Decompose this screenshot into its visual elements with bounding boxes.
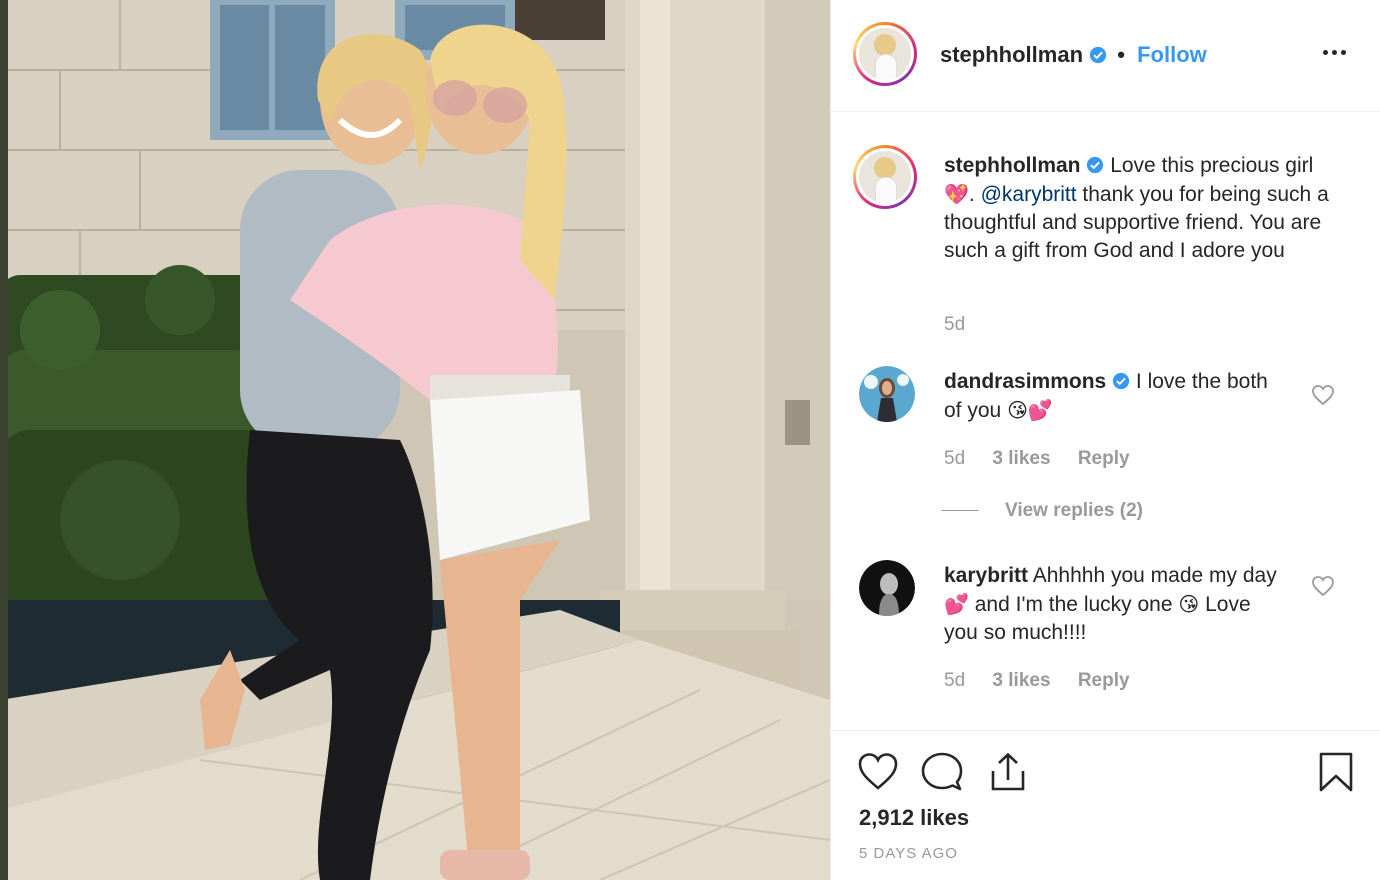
post-age[interactable]: 5 DAYS AGO	[859, 845, 958, 862]
comment-username[interactable]: dandrasimmons	[944, 370, 1106, 393]
comment-text: karybritt Ahhhhh you made my day 💕 and I…	[944, 562, 1284, 647]
caption-meta: 5d	[944, 314, 987, 336]
reply-button[interactable]: Reply	[1078, 670, 1130, 691]
comment-emoji-a: 💕	[944, 592, 969, 616]
post-photo-illustration	[0, 0, 830, 880]
author-avatar[interactable]	[853, 22, 917, 86]
comment-time[interactable]: 5d	[944, 448, 965, 469]
verified-badge-icon	[1087, 156, 1104, 174]
post-photo[interactable]	[0, 0, 830, 880]
comment-likes[interactable]: 3 likes	[992, 670, 1050, 691]
comment-time[interactable]: 5d	[944, 670, 965, 691]
bookmark-icon[interactable]	[1315, 751, 1357, 793]
header-user-line: stephhollman • Follow	[940, 42, 1207, 68]
like-count[interactable]: 2,912 likes	[859, 805, 969, 831]
view-replies-button[interactable]: View replies (2)	[941, 500, 1143, 522]
comment-username[interactable]: karybritt	[944, 564, 1028, 587]
comment-meta: 5d 3 likes Reply	[944, 670, 1152, 692]
comment-emoji-b: 😘	[1178, 592, 1200, 616]
comment-meta: 5d 3 likes Reply	[944, 448, 1152, 470]
comment-likes[interactable]: 3 likes	[992, 448, 1050, 469]
comment-emoji: 😘💕	[1007, 398, 1053, 422]
header-separator: •	[1117, 42, 1125, 67]
header-username[interactable]: stephhollman	[940, 42, 1083, 67]
commenter-avatar[interactable]	[859, 366, 915, 422]
verified-badge-icon	[1112, 372, 1130, 390]
caption-text: stephhollman Love this precious girl 💖. @…	[944, 152, 1344, 265]
verified-badge-icon	[1090, 46, 1107, 64]
caption-punct: .	[968, 183, 981, 206]
more-options-icon[interactable]	[1319, 42, 1349, 68]
post-actions: 2,912 likes 5 DAYS AGO	[831, 730, 1380, 880]
comment-icon[interactable]	[921, 751, 963, 793]
comment-like-heart-icon[interactable]	[1311, 575, 1335, 597]
comment-text: dandrasimmons I love the both of you 😘💕	[944, 368, 1274, 425]
caption-text-part1: Love this precious girl	[1110, 154, 1314, 177]
heart-icon[interactable]	[857, 751, 899, 793]
comment-body-a: Ahhhhh you made my day	[1032, 564, 1277, 587]
view-replies-label: View replies (2)	[1005, 500, 1143, 521]
commenter-avatar[interactable]	[859, 560, 915, 616]
comment-body-b: and I'm the lucky one	[974, 593, 1173, 616]
sparkling-heart-emoji: 💖	[944, 182, 969, 206]
caption-time[interactable]: 5d	[944, 314, 965, 335]
post-header: stephhollman • Follow	[831, 0, 1380, 112]
follow-button[interactable]: Follow	[1137, 42, 1207, 67]
post-side-panel: stephhollman • Follow stephhollman Love …	[830, 0, 1380, 880]
reply-button[interactable]: Reply	[1078, 448, 1130, 469]
comment-like-heart-icon[interactable]	[1311, 384, 1335, 406]
caption-author-avatar[interactable]	[853, 145, 917, 209]
caption-username[interactable]: stephhollman	[944, 154, 1081, 177]
share-icon[interactable]	[987, 751, 1029, 793]
mention-link[interactable]: @karybritt	[981, 183, 1077, 206]
